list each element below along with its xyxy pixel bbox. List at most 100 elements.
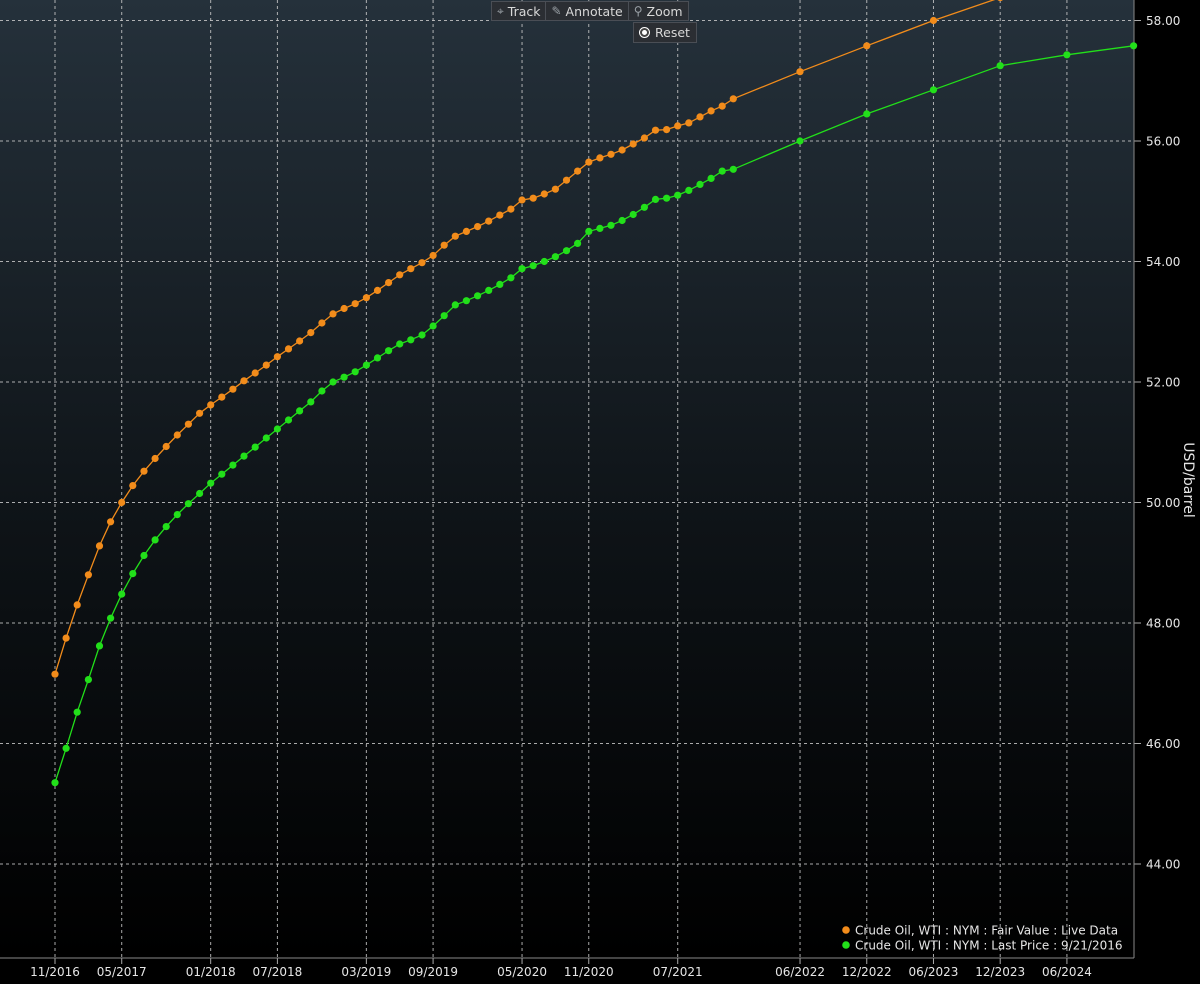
data-point	[507, 205, 515, 213]
data-point	[496, 280, 504, 288]
data-point	[340, 304, 348, 313]
y-tick-label: 58.00	[1146, 14, 1180, 28]
data-point	[462, 227, 470, 235]
data-point	[329, 310, 337, 318]
data-point	[529, 194, 537, 202]
data-point	[640, 203, 649, 211]
legend: Crude Oil, WTI : NYM : Fair Value : Live…	[842, 924, 1123, 953]
annotate-label: Annotate	[565, 3, 623, 19]
data-point	[440, 312, 448, 320]
track-label: Track	[507, 3, 541, 19]
data-point	[207, 401, 215, 409]
plot-background	[0, 0, 1134, 958]
data-point	[518, 196, 526, 204]
y-axis-title: USD/barrel	[1180, 442, 1196, 518]
data-point	[173, 510, 181, 519]
data-point	[84, 676, 92, 684]
data-point	[1063, 51, 1071, 59]
track-button[interactable]: ⌖ Track	[491, 1, 547, 21]
data-point	[340, 373, 348, 381]
data-point	[129, 570, 137, 578]
x-tick-label: 07/2018	[252, 965, 302, 979]
data-point	[307, 329, 315, 337]
data-point	[318, 319, 326, 327]
y-tick-label: 46.00	[1146, 737, 1180, 751]
data-point	[385, 279, 393, 287]
data-point	[107, 614, 115, 622]
data-point	[551, 253, 560, 261]
data-point	[229, 385, 237, 393]
data-point	[929, 16, 938, 25]
x-tick-label: 05/2020	[497, 965, 547, 979]
data-point	[929, 86, 938, 94]
data-point	[240, 377, 248, 385]
data-point	[62, 634, 70, 642]
data-point	[607, 150, 615, 158]
data-point	[240, 452, 248, 460]
data-point	[373, 286, 382, 294]
x-tick-label: 11/2020	[564, 965, 614, 979]
data-point	[485, 286, 493, 294]
x-tick-label: 12/2023	[975, 965, 1025, 979]
data-point	[229, 461, 237, 469]
crosshair-icon: ⌖	[497, 3, 504, 18]
data-point	[863, 42, 871, 50]
data-point	[140, 467, 148, 475]
data-point	[95, 642, 104, 650]
data-point	[296, 337, 304, 345]
data-point	[540, 257, 548, 266]
data-point	[73, 708, 81, 716]
legend-marker	[842, 941, 850, 949]
data-point	[996, 62, 1004, 70]
data-point	[596, 154, 604, 162]
y-tick-label: 50.00	[1146, 496, 1180, 510]
zoom-button[interactable]: ⚲ Zoom	[628, 1, 689, 21]
data-point	[574, 239, 582, 247]
reset-button[interactable]: Reset	[633, 22, 697, 43]
data-point	[729, 95, 737, 103]
magnifier-icon: ⚲	[633, 4, 643, 18]
data-point	[640, 134, 649, 142]
data-point	[618, 146, 626, 154]
x-tick-label: 12/2022	[842, 965, 892, 979]
pencil-icon: ✎	[551, 4, 562, 18]
data-point	[251, 369, 259, 377]
data-point	[251, 443, 259, 451]
legend-label: Crude Oil, WTI : NYM : Last Price : 9/21…	[855, 939, 1123, 953]
data-point	[863, 110, 871, 118]
annotate-button[interactable]: ✎ Annotate	[546, 1, 629, 21]
zoom-label: Zoom	[646, 3, 683, 19]
data-point	[151, 454, 159, 463]
reset-radio-icon	[640, 28, 649, 37]
x-tick-label: 03/2019	[341, 965, 391, 979]
data-point	[162, 523, 170, 531]
data-point	[418, 331, 426, 339]
data-point	[462, 297, 470, 305]
data-point	[129, 482, 137, 490]
data-point	[651, 126, 660, 134]
data-point	[207, 479, 215, 487]
data-point	[629, 140, 637, 148]
data-point	[474, 292, 482, 300]
data-point	[407, 265, 415, 273]
data-point	[284, 416, 293, 424]
data-point	[273, 353, 281, 361]
data-point	[485, 217, 493, 225]
data-point	[385, 347, 393, 355]
data-point	[262, 361, 270, 369]
data-point	[529, 262, 537, 270]
line-chart: 44.00 46.00 48.00 50.00 52.00 54.00 56.00 58.00…	[0, 0, 1200, 980]
data-point	[629, 210, 637, 219]
data-point	[574, 167, 582, 175]
x-tick-label: 07/2021	[653, 965, 703, 979]
reset-label: Reset	[655, 25, 690, 40]
chart-toolbar: ⌖ Track ✎ Annotate ⚲ Zoom	[491, 1, 689, 21]
data-point	[362, 361, 370, 369]
data-point	[496, 211, 504, 219]
data-point	[562, 176, 571, 184]
data-point	[696, 180, 704, 188]
data-point	[362, 294, 370, 302]
data-point	[218, 393, 226, 401]
data-point	[118, 590, 126, 598]
data-point	[51, 779, 59, 787]
